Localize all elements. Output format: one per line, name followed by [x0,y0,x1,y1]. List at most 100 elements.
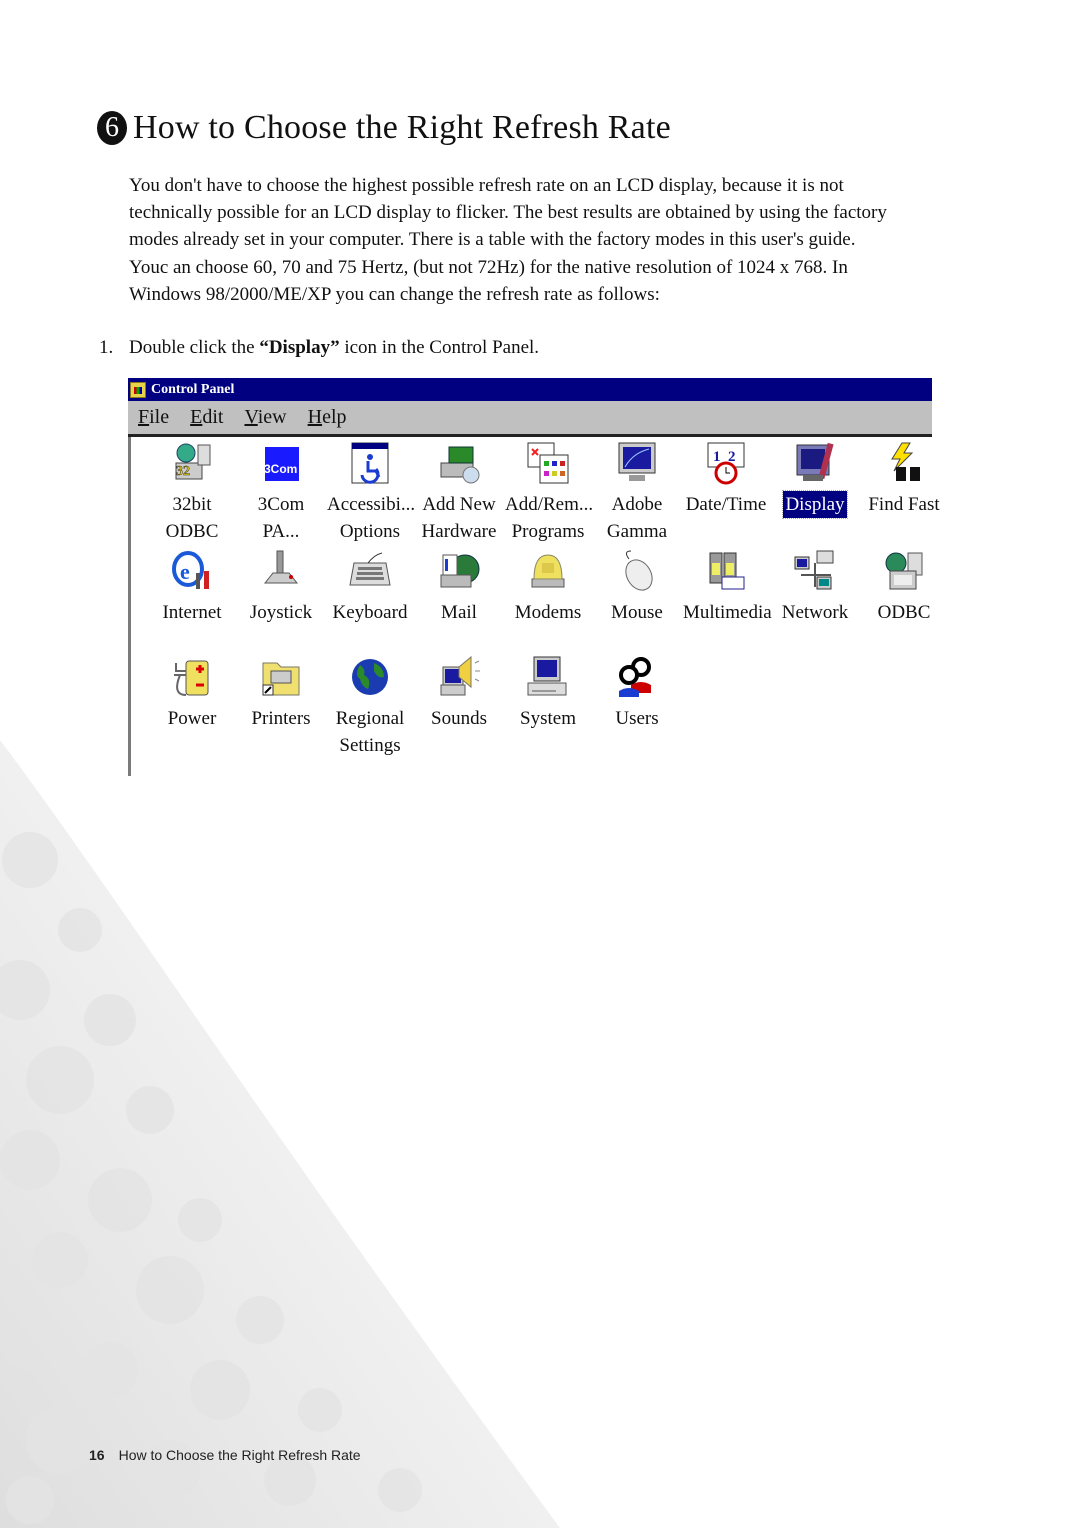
menu-label: elp [322,406,347,428]
date-time-icon: 12 [704,441,748,485]
internet-icon: e [170,549,214,593]
control-panel-item-32bit[interactable]: 32 32bit ODBC [147,441,237,545]
item-label: Multimedia [681,599,772,626]
control-panel-item-printers[interactable]: Printers [236,655,326,732]
item-label: Add New [414,491,504,518]
section-number-badge: 6 [97,111,127,145]
menu-mnemonic: F [138,406,150,428]
mouse-icon [615,549,659,593]
svg-text:32: 32 [176,464,190,479]
item-label-line2: Gamma [606,521,668,542]
control-panel-item-power[interactable]: Power [147,655,237,732]
menu-mnemonic: V [244,406,258,428]
item-label: Mail [414,599,504,626]
window-titlebar[interactable]: Control Panel [128,378,932,401]
intro-line: modes already set in your computer. Ther… [129,229,856,251]
item-label: Date/Time [681,491,771,518]
control-panel-icon [130,381,146,398]
system-icon [526,655,570,699]
keyboard-icon [348,549,392,593]
sounds-icon [437,655,481,699]
item-label-text: System [520,708,576,729]
item-label-line2: PA... [262,521,300,542]
modems-icon [526,549,570,593]
intro-paragraph: You don't have to choose the highest pos… [129,172,999,308]
menu-label: iew [257,406,287,428]
step-number: 1. [99,337,114,358]
item-label-text: Internet [162,602,222,623]
control-panel-item-add-new[interactable]: Add New Hardware [414,441,504,545]
item-label: Accessibi... [325,491,415,518]
item-label-text: Accessibi... [327,494,416,515]
item-label-text: Modems [514,602,582,623]
control-panel-item-adobe[interactable]: Adobe Gamma [592,441,682,545]
menu-label: dit [202,406,224,428]
control-panel-item-accessibi[interactable]: Accessibi... Options [325,441,415,545]
control-panel-item-find-fast[interactable]: Find Fast [859,441,949,518]
item-label-text: Power [167,708,217,729]
item-label-text: Add/Rem... [505,494,594,515]
control-panel-item-internet[interactable]: e Internet [147,549,237,626]
control-panel-item-odbc[interactable]: ODBC [859,549,949,626]
add-remove-programs-icon [526,441,570,485]
menu-file[interactable]: File [138,406,169,429]
power-icon [170,655,214,699]
users-icon [615,655,659,699]
control-panel-item-modems[interactable]: Modems [503,549,593,626]
menu-label: ile [149,406,170,428]
menu-help[interactable]: Help [308,406,347,429]
control-panel-item-mail[interactable]: Mail [414,549,504,626]
display-icon [793,441,837,485]
item-label-text: Sounds [431,708,487,729]
window-title: Control Panel [151,381,235,397]
menu-view[interactable]: View [244,406,286,429]
control-panel-item-users[interactable]: Users [592,655,682,732]
control-panel-item-regional[interactable]: Regional Settings [325,655,415,759]
control-panel-item-system[interactable]: System [503,655,593,732]
control-panel-item-sounds[interactable]: Sounds [414,655,504,732]
item-label: Network [770,599,860,626]
footer-section-title: How to Choose the Right Refresh Rate [118,1447,361,1463]
item-label: ODBC [859,599,949,626]
item-label-line2: Settings [339,735,401,756]
item-label-text: Regional [335,708,405,729]
find-fast-icon [882,441,926,485]
control-panel-item-display[interactable]: Display [770,441,860,519]
control-panel-item-date-time[interactable]: 1 2 Date/Time [681,441,771,518]
item-label: Internet [147,599,237,626]
svg-text:e: e [180,559,190,584]
item-label-text: Adobe [611,494,663,515]
control-panel-item-joystick[interactable]: Joystick [236,549,326,626]
control-panel-item-multimedia[interactable]: Multimedia [681,549,772,626]
item-label: 32bit [147,491,237,518]
network-icon [793,549,837,593]
item-label-text: Keyboard [332,602,408,623]
intro-line: You don't have to choose the highest pos… [129,175,844,196]
control-panel-item-mouse[interactable]: Mouse [592,549,682,626]
control-panel-icon-view: 32 32bit ODBC 3Com 3Com PA... Accessibi... Opti… [128,437,940,776]
control-panel-window: Control Panel File Edit View Help 32 32bi… [128,378,940,776]
odbc-32bit-icon: 32 [170,441,214,485]
item-label: Sounds [414,705,504,732]
menu-edit[interactable]: Edit [190,406,223,429]
menu-mnemonic: E [190,406,203,428]
control-panel-item-network[interactable]: Network [770,549,860,626]
intro-line: Youc an choose 60, 70 and 75 Hertz, (but… [129,256,848,278]
item-label-text: Multimedia [683,602,772,623]
item-label-text: Users [615,708,659,729]
item-label-text: Mail [441,602,477,623]
control-panel-item-add-rem[interactable]: Add/Rem... Programs [503,441,593,545]
item-label: 3Com [236,491,326,518]
item-label-text: Date/Time [685,494,767,515]
item-label-text: Printers [251,708,311,729]
step-text: Double click the “Display” icon in the C… [129,337,539,359]
page-number: 16 [89,1447,105,1463]
intro-line: technically possible for an LCD display … [129,202,887,224]
step-text-after: icon in the Control Panel. [339,337,540,358]
intro-line: Windows 98/2000/ME/XP you can change the… [129,283,660,305]
item-label: Mouse [592,599,682,626]
item-label-text: Mouse [611,602,663,623]
control-panel-item-3com[interactable]: 3Com 3Com PA... [236,441,326,545]
control-panel-item-keyboard[interactable]: Keyboard [325,549,415,626]
item-label-text: Add New [422,494,496,515]
